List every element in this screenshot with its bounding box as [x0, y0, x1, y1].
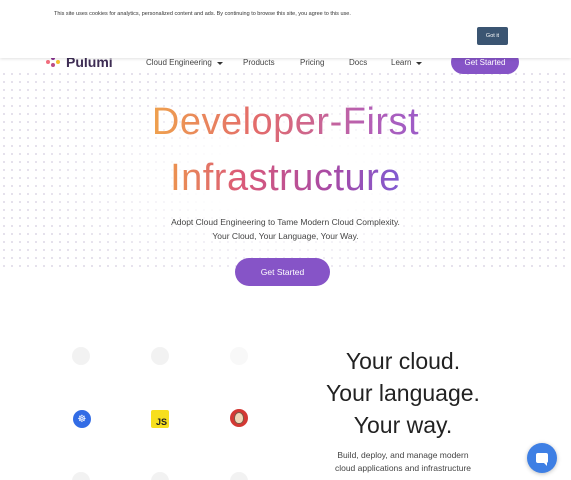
nav-cloud-engineering[interactable]: Cloud Engineering: [146, 58, 223, 67]
nav-docs[interactable]: Docs: [349, 58, 367, 67]
faded-cloud-icon: [151, 347, 169, 365]
nav-products[interactable]: Products: [243, 58, 275, 67]
faded-cloud-icon: [230, 472, 248, 480]
faded-cloud-icon: [72, 472, 90, 480]
hero-subtitle-line2: Your Cloud, Your Language, Your Way.: [212, 231, 359, 241]
jenkins-icon: [230, 409, 248, 427]
chat-bubble-icon: [536, 453, 548, 466]
chat-button[interactable]: [527, 443, 557, 473]
kubernetes-icon: ☸: [73, 410, 91, 428]
chevron-down-icon: [416, 62, 423, 65]
hero-get-started-button[interactable]: Get Started: [235, 258, 330, 286]
javascript-icon: JS: [151, 410, 169, 428]
tagline-description-line2: cloud applications and infrastructure: [334, 463, 472, 473]
nav-label: Products: [243, 58, 275, 67]
faded-cloud-icon: [151, 472, 169, 480]
tagline-line2: Your language.: [326, 380, 480, 406]
jenkins-face: [234, 412, 244, 424]
hero-title-line1: Developer-First: [0, 101, 571, 144]
cookie-accept-button[interactable]: Got it: [477, 27, 508, 45]
faded-cloud-icon: [72, 347, 90, 365]
tagline-line1: Your cloud.: [345, 348, 461, 374]
nav-label: Learn: [391, 58, 412, 67]
hero-title-line2: Infrastructure: [0, 157, 571, 200]
nav-label: Pricing: [300, 58, 325, 67]
faded-cloud-icon: [230, 347, 248, 365]
chevron-down-icon: [216, 62, 223, 65]
nav-label: Cloud Engineering: [146, 58, 212, 67]
javascript-icon-label: JS: [155, 417, 167, 427]
nav-label: Docs: [349, 58, 368, 67]
nav-learn[interactable]: Learn: [391, 58, 423, 67]
tagline-line3: Your way.: [353, 412, 453, 438]
nav-pricing[interactable]: Pricing: [300, 58, 324, 67]
tagline-description-line1: Build, deploy, and manage modern: [337, 450, 469, 460]
cookie-banner: This site uses cookies for analytics, pe…: [0, 0, 571, 58]
hero-subtitle-line1: Adopt Cloud Engineering to Tame Modern C…: [171, 217, 400, 227]
cookie-banner-text: This site uses cookies for analytics, pe…: [54, 11, 351, 17]
